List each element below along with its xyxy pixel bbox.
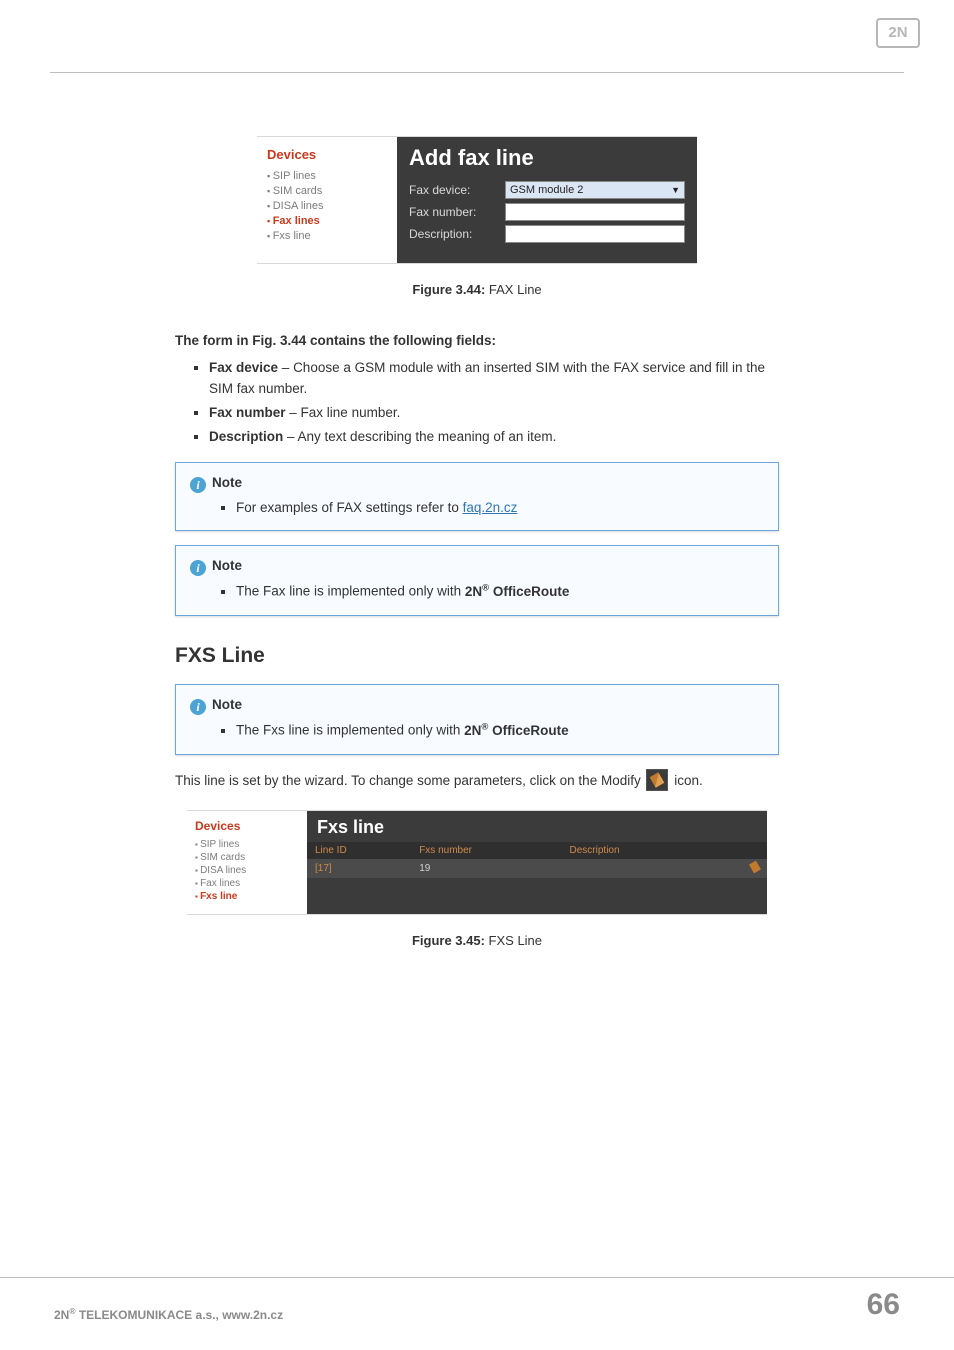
- fax-device-select[interactable]: GSM module 2 ▼: [505, 181, 685, 199]
- fax-number-input[interactable]: [505, 203, 685, 221]
- fax-device-label: Fax device:: [409, 183, 505, 197]
- col-actions: [706, 842, 767, 859]
- sidebar-item-fax-lines[interactable]: Fax lines: [195, 878, 301, 889]
- field-list: Fax device – Choose a GSM module with an…: [175, 358, 779, 448]
- faq-link[interactable]: faq.2n.cz: [463, 500, 518, 515]
- figure-add-fax-line: Devices SIP lines SIM cards DISA lines F…: [257, 136, 697, 264]
- sidebar-item-sim-cards[interactable]: SIM cards: [267, 185, 389, 197]
- sidebar-heading: Devices: [267, 147, 389, 162]
- note-faq: iNote For examples of FAX settings refer…: [175, 462, 779, 532]
- sidebar-item-fxs-line[interactable]: Fxs line: [195, 891, 301, 902]
- form-title: Add fax line: [409, 145, 685, 171]
- header-rule: [50, 72, 904, 73]
- section-fxs-line: FXS Line: [175, 640, 779, 673]
- sidebar-item-sip-lines[interactable]: SIP lines: [267, 170, 389, 182]
- figure-245-caption: Figure 3.45: FXS Line: [50, 933, 904, 948]
- cell-fxs-number: 19: [411, 859, 561, 878]
- sidebar-item-sip-lines[interactable]: SIP lines: [195, 839, 301, 850]
- description-label: Description:: [409, 227, 505, 241]
- cell-line-id[interactable]: [17]: [307, 859, 411, 878]
- sidebar-item-sim-cards[interactable]: SIM cards: [195, 852, 301, 863]
- modify-icon[interactable]: [646, 769, 668, 791]
- modify-icon[interactable]: [747, 862, 759, 874]
- info-icon: i: [190, 699, 206, 715]
- sidebar-item-disa-lines[interactable]: DISA lines: [195, 865, 301, 876]
- form-fields-lead: The form in Fig. 3.44 contains the follo…: [175, 331, 779, 352]
- page-number: 66: [867, 1288, 900, 1322]
- info-icon: i: [190, 560, 206, 576]
- cell-description: [562, 859, 706, 878]
- info-icon: i: [190, 477, 206, 493]
- figure-fxs-line: Devices SIP lines SIM cards DISA lines F…: [187, 810, 767, 915]
- fax-device-value: GSM module 2: [510, 184, 583, 196]
- brand-logo: 2N: [876, 18, 920, 48]
- fig244-sidebar: Devices SIP lines SIM cards DISA lines F…: [257, 137, 397, 263]
- fxs-line-table-panel: Fxs line Line ID Fxs number Description …: [307, 811, 767, 914]
- sidebar-item-disa-lines[interactable]: DISA lines: [267, 200, 389, 212]
- figure-244-caption: Figure 3.44: FAX Line: [50, 282, 904, 297]
- add-fax-line-form: Add fax line Fax device: GSM module 2 ▼ …: [397, 137, 697, 263]
- fxs-line-table: Line ID Fxs number Description [17] 19: [307, 842, 767, 878]
- sidebar-heading: Devices: [195, 819, 301, 833]
- note-fax-officeroute: iNote The Fax line is implemented only w…: [175, 545, 779, 615]
- col-line-id: Line ID: [307, 842, 411, 859]
- fax-number-label: Fax number:: [409, 205, 505, 219]
- sidebar-item-fax-lines[interactable]: Fax lines: [267, 215, 389, 227]
- col-description: Description: [562, 842, 706, 859]
- sidebar-item-fxs-line[interactable]: Fxs line: [267, 230, 389, 242]
- col-fxs-number: Fxs number: [411, 842, 561, 859]
- fxs-table-title: Fxs line: [307, 811, 767, 842]
- note-fxs-officeroute: iNote The Fxs line is implemented only w…: [175, 684, 779, 754]
- fig245-sidebar: Devices SIP lines SIM cards DISA lines F…: [187, 811, 307, 914]
- description-input[interactable]: [505, 225, 685, 243]
- table-row: [17] 19: [307, 859, 767, 878]
- modify-paragraph: This line is set by the wizard. To chang…: [175, 769, 779, 792]
- chevron-down-icon: ▼: [671, 185, 680, 195]
- page-footer: 2N® TELEKOMUNIKACE a.s., www.2n.cz 66: [0, 1277, 954, 1322]
